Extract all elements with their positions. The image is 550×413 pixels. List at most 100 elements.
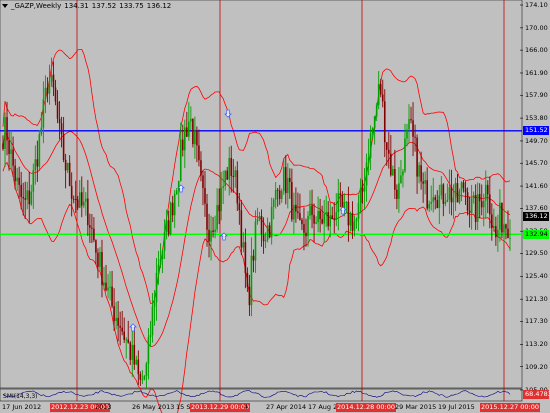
candle-body <box>264 239 267 242</box>
candle-body <box>341 195 344 208</box>
candle-body <box>442 184 445 204</box>
candle-body <box>82 201 85 206</box>
candle-body <box>236 170 239 204</box>
candle-body <box>305 232 307 237</box>
candle-body <box>58 118 61 124</box>
candle-body <box>240 210 243 248</box>
candle-body <box>323 213 325 224</box>
candle-body <box>186 127 188 137</box>
candle-body <box>80 192 83 206</box>
candle-body <box>420 165 422 182</box>
candle-body <box>339 193 342 196</box>
candle-body <box>293 204 295 220</box>
candle-body <box>349 213 352 226</box>
candle-body <box>210 230 212 242</box>
candle-body <box>173 193 176 216</box>
candle-body <box>202 175 204 188</box>
candle-body <box>379 84 382 95</box>
candle-body <box>218 205 220 212</box>
candle-body <box>468 210 471 213</box>
candle-body <box>4 117 6 150</box>
candle-body <box>363 185 366 192</box>
candle-body <box>260 216 263 235</box>
candle-body <box>428 203 431 209</box>
candle-body <box>325 212 327 214</box>
chart-window[interactable]: _GAZP,Weekly 134.31 137.52 133.75 136.12 SMI… <box>0 0 550 413</box>
candle-body <box>406 129 408 139</box>
candle-body <box>434 197 437 201</box>
chart-title: _GAZP,Weekly 134.31 137.52 133.75 136.12 <box>2 2 174 10</box>
candle-body <box>357 202 360 219</box>
candle-body <box>373 116 376 129</box>
candle-body <box>141 379 144 381</box>
candle-body <box>188 121 190 137</box>
candle-body <box>337 193 340 213</box>
candle-body <box>385 142 388 150</box>
candle-body <box>371 128 374 134</box>
candle-body <box>470 198 473 213</box>
period-separator-label: 2013.12.29 00:00 <box>190 403 251 412</box>
candle-body <box>72 198 75 200</box>
candle-body <box>327 212 330 227</box>
candle-body <box>165 220 168 232</box>
candle-body <box>444 201 447 204</box>
candle-body <box>268 225 271 238</box>
candle-body <box>416 137 418 177</box>
price-tick-label: 125.40 <box>525 272 548 281</box>
candle-body <box>343 201 346 208</box>
candle-body <box>402 171 404 176</box>
candle-body <box>287 177 289 194</box>
candle-body <box>418 165 420 177</box>
candle-body <box>93 228 95 241</box>
candle-body <box>101 251 103 286</box>
candle-body <box>383 101 386 143</box>
candle-body <box>10 149 12 155</box>
candle-body <box>404 138 406 172</box>
candle-body <box>54 87 57 102</box>
candle-body <box>280 190 283 199</box>
candle-body <box>228 157 231 180</box>
candle-body <box>503 224 505 233</box>
candle-body <box>12 149 14 166</box>
period-separator-label: 2015.12.27 00:00 <box>480 403 541 412</box>
candle-body <box>129 342 132 360</box>
candle-body <box>333 218 336 221</box>
low-value: 133.75 <box>119 2 144 10</box>
candle-body <box>329 215 332 227</box>
chevron-down-icon[interactable] <box>2 4 8 8</box>
candle-body <box>408 119 410 130</box>
candle-body <box>220 187 222 212</box>
candle-body <box>501 202 503 233</box>
candle-body <box>284 167 287 194</box>
candle-body <box>347 201 350 226</box>
candle-body <box>62 134 65 160</box>
candle-body <box>66 162 69 171</box>
candle-body <box>291 181 293 220</box>
candle-body <box>272 199 275 207</box>
candle-body <box>192 118 194 145</box>
candle-body <box>313 214 315 224</box>
candle-body <box>198 145 200 161</box>
candle-body <box>103 282 105 286</box>
price-tick-label: 129.50 <box>525 249 548 258</box>
time-tick-label: 4 <box>244 403 249 411</box>
candle-body <box>489 194 491 215</box>
candle-body <box>8 140 10 155</box>
candle-body <box>266 225 269 240</box>
candle-body <box>74 199 77 200</box>
candle-body <box>369 133 372 158</box>
candle-body <box>196 131 198 146</box>
candle-body <box>91 227 93 229</box>
symbol-label: _GAZP,Weekly <box>11 2 62 10</box>
candle-body <box>450 187 453 203</box>
price-tick-label: 170.00 <box>525 23 548 32</box>
candle-body <box>412 120 414 137</box>
candle-body <box>137 359 140 375</box>
price-chart[interactable] <box>0 0 550 413</box>
candle-body <box>426 180 428 209</box>
candle-body <box>42 99 45 128</box>
candle-body <box>181 139 184 151</box>
time-tick-label: 29 Mar 2015 <box>395 403 437 411</box>
candle-body <box>400 175 402 184</box>
candle-body <box>28 190 31 205</box>
